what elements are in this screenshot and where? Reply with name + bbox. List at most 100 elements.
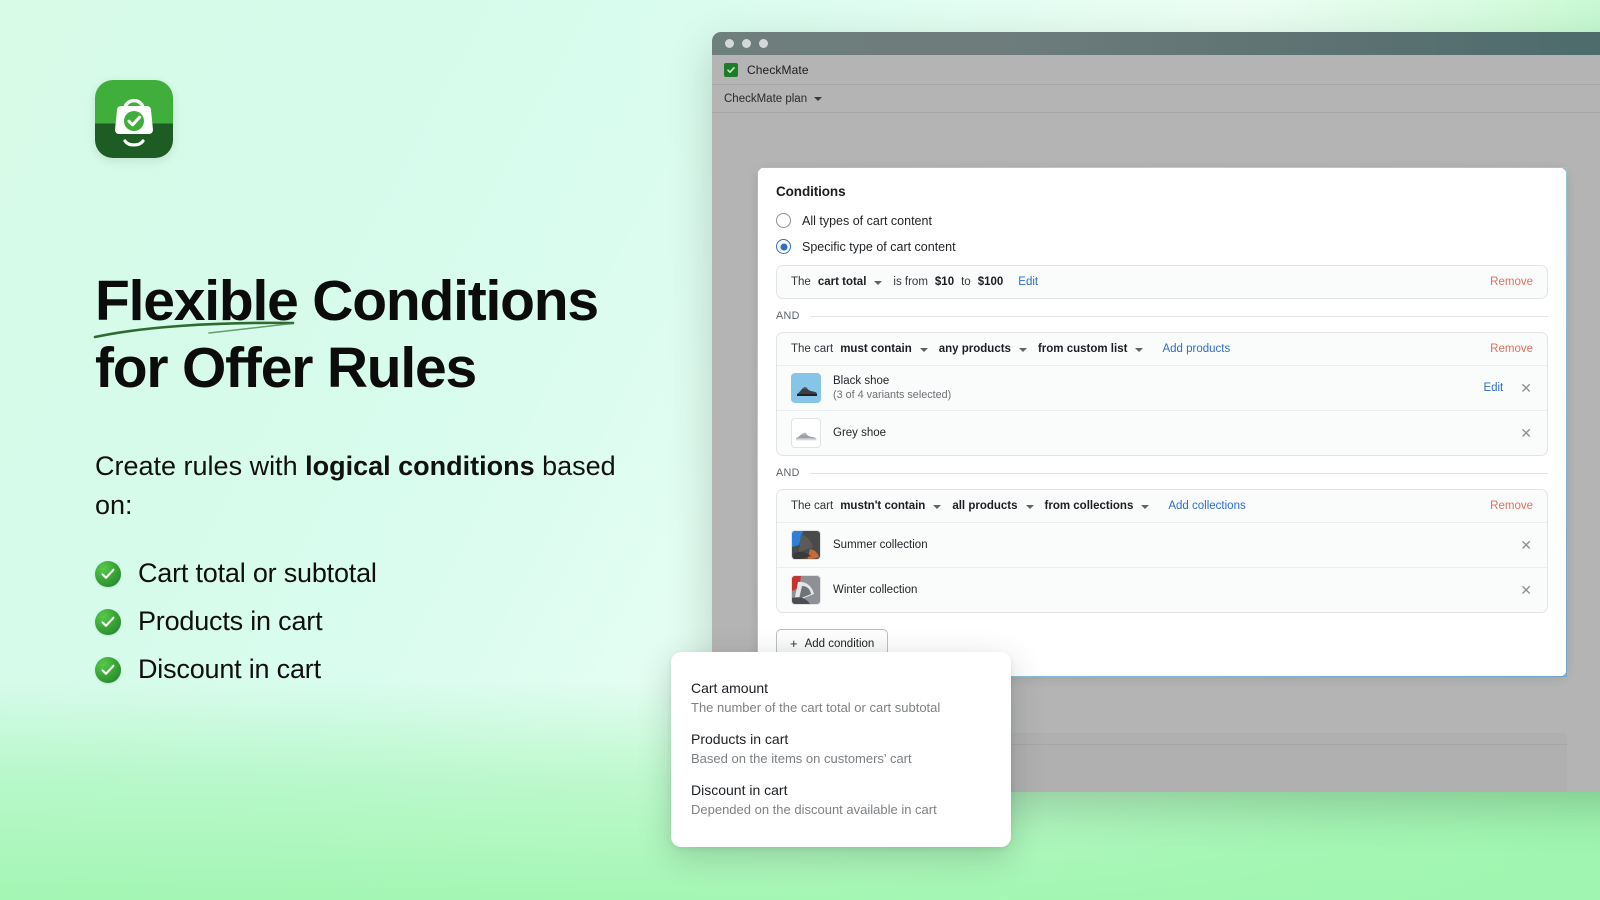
summer-collection-thumbnail-icon xyxy=(791,530,821,560)
menu-item-title: Products in cart xyxy=(691,731,789,747)
condition-header: The cart mustn't contain all products fr… xyxy=(777,490,1547,522)
remove-link[interactable]: Remove xyxy=(1490,500,1533,512)
add-collections-link[interactable]: Add collections xyxy=(1168,500,1245,512)
close-icon[interactable]: ✕ xyxy=(1519,381,1533,395)
plan-bar: CheckMate plan xyxy=(712,85,1600,113)
condition-header: The cart total is from $10 to $100 Edit … xyxy=(777,266,1547,298)
chevron-down-icon[interactable] xyxy=(874,281,883,285)
menu-item-products-in-cart[interactable]: Products in cart Based on the items on c… xyxy=(671,723,1011,774)
item-title: Winter collection xyxy=(833,584,918,596)
window-minimize-button[interactable] xyxy=(742,39,751,48)
table-row: Grey shoe ✕ xyxy=(777,410,1547,455)
window-close-button[interactable] xyxy=(725,39,734,48)
radio-label: All types of cart content xyxy=(802,213,932,228)
conditions-title: Conditions xyxy=(776,184,846,199)
menu-item-discount-in-cart[interactable]: Discount in cart Depended on the discoun… xyxy=(671,774,1011,825)
add-products-link[interactable]: Add products xyxy=(1162,343,1230,355)
menu-item-description: Depended on the discount available in ca… xyxy=(691,802,937,817)
row-actions: ✕ xyxy=(1519,426,1533,440)
item-title: Grey shoe xyxy=(833,427,887,439)
menu-item-description: The number of the cart total or cart sub… xyxy=(691,700,941,715)
chevron-down-icon[interactable] xyxy=(1141,505,1150,509)
condition-block-collections: The cart mustn't contain all products fr… xyxy=(776,489,1548,613)
item-text: Summer collection xyxy=(833,539,928,551)
chevron-down-icon[interactable] xyxy=(919,348,928,352)
subtext-prefix: Create rules with xyxy=(95,451,306,482)
chevron-down-icon xyxy=(814,96,823,101)
subtext-bold: logical conditions xyxy=(305,451,535,482)
headline-line-1: Flexible Conditions xyxy=(95,269,599,333)
condition-value-to: $100 xyxy=(977,276,1004,288)
table-row: Summer collection ✕ xyxy=(777,522,1547,567)
menu-item-title: Discount in cart xyxy=(691,782,788,798)
condition-quantifier-dropdown[interactable]: any products xyxy=(939,343,1011,355)
plan-label: CheckMate plan xyxy=(724,92,808,105)
condition-operator-dropdown[interactable]: must contain xyxy=(840,343,912,355)
radio-label: Specific type of cart content xyxy=(802,239,956,254)
chevron-down-icon[interactable] xyxy=(933,505,942,509)
edit-link[interactable]: Edit xyxy=(1018,276,1038,288)
condition-quantifier-dropdown[interactable]: all products xyxy=(952,500,1017,512)
subtext: Create rules with logical conditions bas… xyxy=(95,447,655,524)
check-circle-icon xyxy=(95,656,121,683)
chevron-down-icon[interactable] xyxy=(1018,348,1027,352)
feature-list: Cart total or subtotal Products in cart … xyxy=(95,558,695,685)
check-circle-icon xyxy=(95,608,121,635)
checkmate-app-icon xyxy=(724,62,738,77)
row-actions: Edit ✕ xyxy=(1483,381,1533,395)
radio-option-all-types[interactable]: All types of cart content xyxy=(776,213,1548,228)
menu-item-title: Cart amount xyxy=(691,680,769,696)
item-text: Winter collection xyxy=(833,584,917,596)
table-row: Winter collection ✕ xyxy=(777,567,1547,612)
divider xyxy=(809,472,1548,474)
divider xyxy=(809,315,1548,317)
and-label: AND xyxy=(776,467,800,479)
window-titlebar xyxy=(712,32,1600,55)
condition-joiner: to xyxy=(961,276,971,288)
list-item: Products in cart xyxy=(95,606,695,637)
chevron-down-icon[interactable] xyxy=(1135,348,1144,352)
app-logo xyxy=(95,80,173,158)
window-maximize-button[interactable] xyxy=(759,39,768,48)
radio-icon-selected[interactable] xyxy=(776,239,791,254)
item-subtitle: (3 of 4 variants selected) xyxy=(833,389,952,401)
headline-line-2: for Offer Rules xyxy=(95,335,477,400)
condition-subject-dropdown[interactable]: cart total xyxy=(818,276,867,288)
plan-selector[interactable]: CheckMate plan xyxy=(724,92,823,105)
list-item: Discount in cart xyxy=(95,654,695,685)
list-item: Cart total or subtotal xyxy=(95,558,695,589)
radio-icon[interactable] xyxy=(776,213,791,228)
row-actions: ✕ xyxy=(1519,583,1533,597)
list-item-label: Products in cart xyxy=(138,606,323,637)
and-separator: AND xyxy=(776,310,1548,322)
condition-source-dropdown[interactable]: from collections xyxy=(1045,500,1134,512)
condition-prefix: The cart xyxy=(791,500,834,512)
remove-link[interactable]: Remove xyxy=(1490,276,1533,288)
chevron-down-icon[interactable] xyxy=(1025,505,1034,509)
condition-source-dropdown[interactable]: from custom list xyxy=(1038,343,1127,355)
close-icon[interactable]: ✕ xyxy=(1519,426,1533,440)
check-circle-icon xyxy=(95,560,121,587)
item-title: Black shoe xyxy=(833,375,890,387)
condition-operator-dropdown[interactable]: mustn't contain xyxy=(840,500,925,512)
condition-block-cart-total: The cart total is from $10 to $100 Edit … xyxy=(776,265,1548,299)
winter-collection-thumbnail-icon xyxy=(791,575,821,605)
conditions-card: Conditions All types of cart content Spe… xyxy=(757,167,1567,677)
plus-icon: + xyxy=(790,636,798,651)
condition-prefix: The cart xyxy=(791,343,834,355)
black-shoe-thumbnail-icon xyxy=(791,373,821,403)
item-text: Black shoe (3 of 4 variants selected) xyxy=(833,375,951,401)
menu-item-description: Based on the items on customers’ cart xyxy=(691,751,912,766)
radio-option-specific-type[interactable]: Specific type of cart content xyxy=(776,239,1548,254)
remove-link[interactable]: Remove xyxy=(1490,343,1533,355)
close-icon[interactable]: ✕ xyxy=(1519,538,1533,552)
close-icon[interactable]: ✕ xyxy=(1519,583,1533,597)
menu-item-cart-amount[interactable]: Cart amount The number of the cart total… xyxy=(671,672,1011,723)
marketing-panel: Flexible Conditions for Offer Rules Crea… xyxy=(93,80,695,702)
add-condition-label: Add condition xyxy=(804,637,875,650)
grey-shoe-thumbnail-icon xyxy=(791,418,821,448)
app-title: CheckMate xyxy=(747,62,809,77)
edit-link[interactable]: Edit xyxy=(1483,382,1503,394)
and-separator: AND xyxy=(776,467,1548,479)
condition-block-products: The cart must contain any products from … xyxy=(776,332,1548,456)
